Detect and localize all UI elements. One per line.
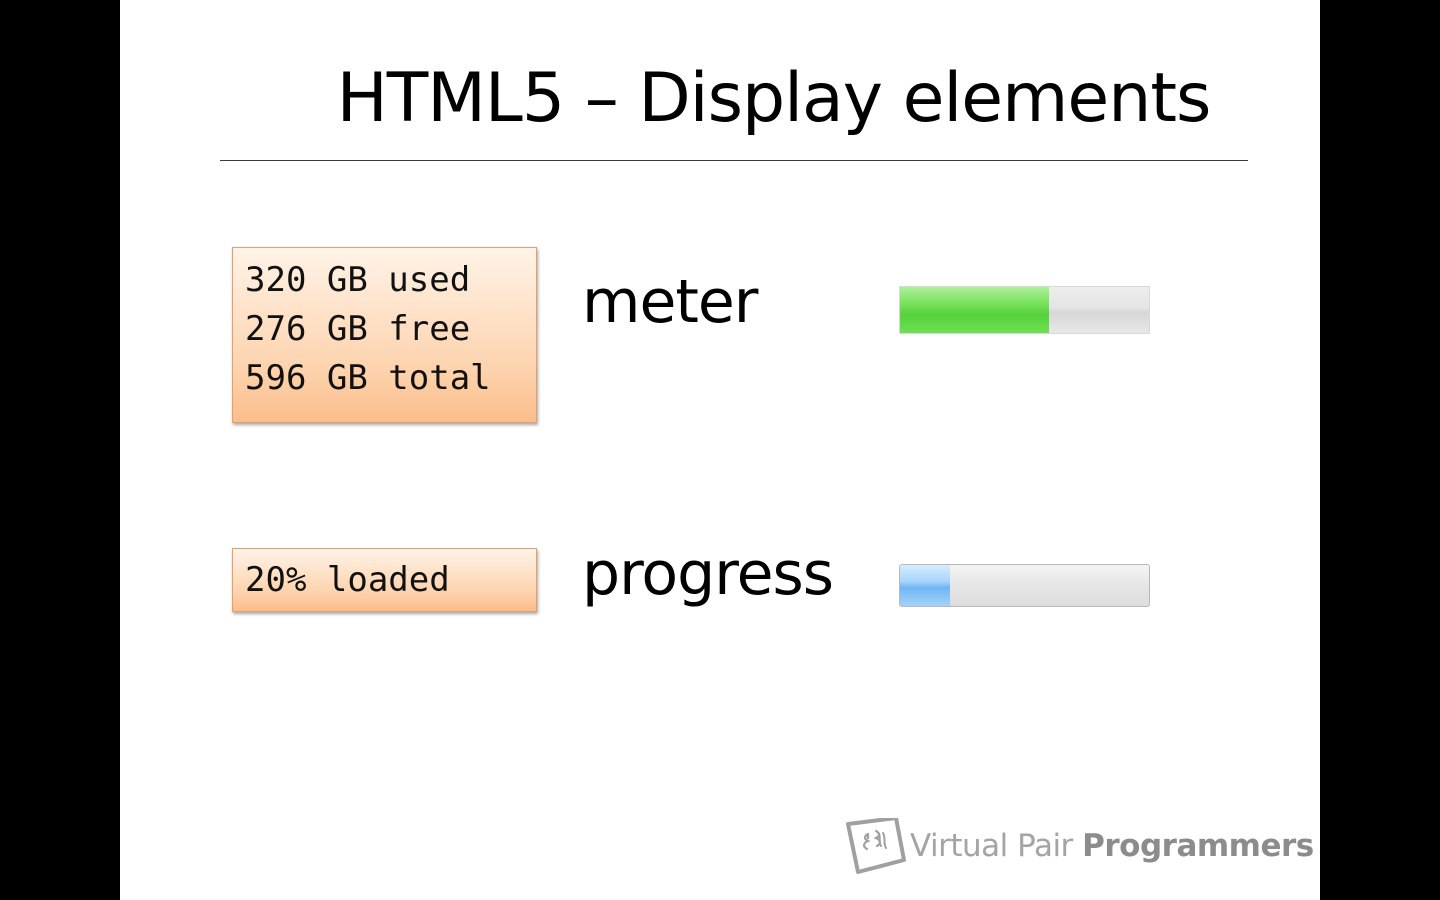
meter-code-line: 276 GB free bbox=[245, 309, 471, 349]
progress-code-line: 20% loaded bbox=[245, 560, 450, 600]
progress-code-box: 20% loaded bbox=[232, 548, 537, 612]
title-divider bbox=[220, 160, 1248, 161]
meter-code-line: 596 GB total bbox=[245, 358, 491, 398]
meter-bar-fill bbox=[900, 287, 1050, 333]
meter-code-box: 320 GB used 276 GB free 596 GB total bbox=[232, 247, 537, 423]
brand-name-bold: Programmers bbox=[1082, 828, 1314, 864]
slide: HTML5 – Display elements 320 GB used 276… bbox=[120, 0, 1320, 900]
progress-bar bbox=[899, 564, 1150, 607]
slide-title: HTML5 – Display elements bbox=[336, 59, 1212, 138]
progress-bar-fill bbox=[900, 565, 950, 606]
vpp-logo-icon bbox=[846, 818, 906, 874]
meter-label: meter bbox=[582, 267, 758, 337]
meter-code-line: 320 GB used bbox=[245, 260, 471, 300]
meter-bar bbox=[899, 286, 1150, 334]
brand-name: Virtual Pair Programmers bbox=[910, 828, 1314, 864]
progress-label: progress bbox=[582, 539, 834, 609]
brand-logo: Virtual Pair Programmers bbox=[846, 818, 1314, 874]
brand-name-light: Virtual Pair bbox=[910, 828, 1083, 864]
